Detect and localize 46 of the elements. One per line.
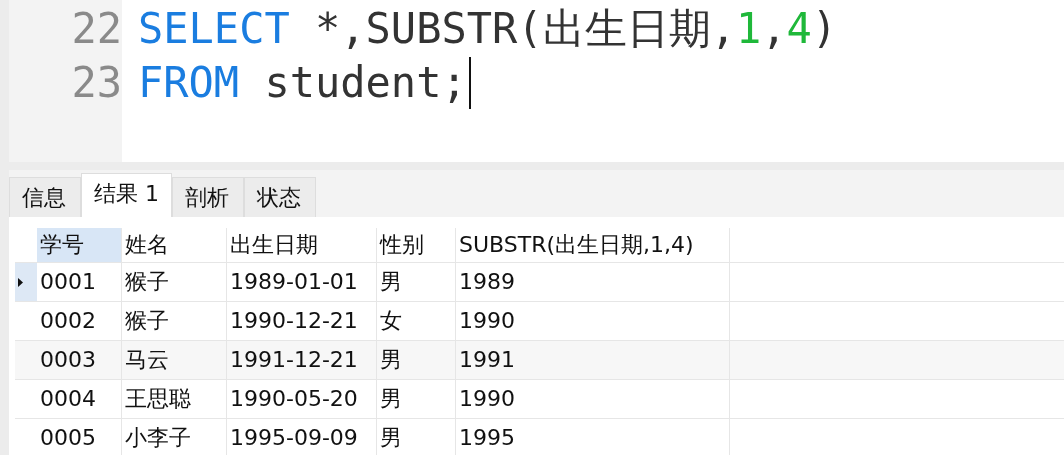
table-cell: 1995-09-09 xyxy=(227,419,377,455)
table-cell: 男 xyxy=(377,263,456,301)
line-number: 22 xyxy=(70,3,122,55)
table-cell: 1990 xyxy=(456,380,730,418)
code-text: , xyxy=(761,3,787,55)
number-literal: 1 xyxy=(735,3,762,55)
column-header[interactable]: SUBSTR(出生日期,1,4) xyxy=(456,228,730,262)
table-cell: 猴子 xyxy=(122,302,227,340)
tab[interactable]: 信息 xyxy=(9,177,81,217)
tab[interactable]: 结果 1 xyxy=(81,173,172,217)
table-cell: 1990-05-20 xyxy=(227,380,377,418)
table-cell: 0001 xyxy=(37,263,122,301)
sql-keyword: FROM xyxy=(138,57,240,109)
table-cell: 男 xyxy=(377,419,456,455)
table-cell: 1991 xyxy=(456,341,730,379)
column-header[interactable]: 出生日期 xyxy=(227,228,377,262)
code-text: ) xyxy=(811,3,838,55)
table-cell: 0003 xyxy=(37,341,122,379)
table-cell: 马云 xyxy=(122,341,227,379)
tab[interactable]: 剖析 xyxy=(172,177,244,217)
table-cell: 0002 xyxy=(37,302,122,340)
table-cell: 王思聪 xyxy=(122,380,227,418)
tab[interactable]: 状态 xyxy=(244,177,316,217)
table-cell: 1989-01-01 xyxy=(227,263,377,301)
table-cell: 女 xyxy=(377,302,456,340)
column-header[interactable]: 学号 xyxy=(37,228,122,262)
line-number: 23 xyxy=(70,57,122,109)
table-cell: 猴子 xyxy=(122,263,227,301)
table-cell: 1989 xyxy=(456,263,730,301)
table-cell: 小李子 xyxy=(122,419,227,455)
table-cell: 0005 xyxy=(37,419,122,455)
table-cell: 0004 xyxy=(37,380,122,418)
sql-keyword: SELECT xyxy=(138,3,290,55)
table-cell: 男 xyxy=(377,380,456,418)
code-text: *,SUBSTR(出生日期, xyxy=(314,3,736,55)
table-cell: 男 xyxy=(377,341,456,379)
table-cell: 1991-12-21 xyxy=(227,341,377,379)
code-text: student; xyxy=(263,57,467,109)
table-cell: 1990-12-21 xyxy=(227,302,377,340)
row-header[interactable] xyxy=(15,263,37,301)
number-literal: 4 xyxy=(786,3,812,55)
table-cell: 1990 xyxy=(456,302,730,340)
column-header[interactable]: 性别 xyxy=(377,228,456,262)
current-row-icon xyxy=(18,277,23,287)
table-cell: 1995 xyxy=(456,419,730,455)
column-header[interactable]: 姓名 xyxy=(122,228,227,262)
